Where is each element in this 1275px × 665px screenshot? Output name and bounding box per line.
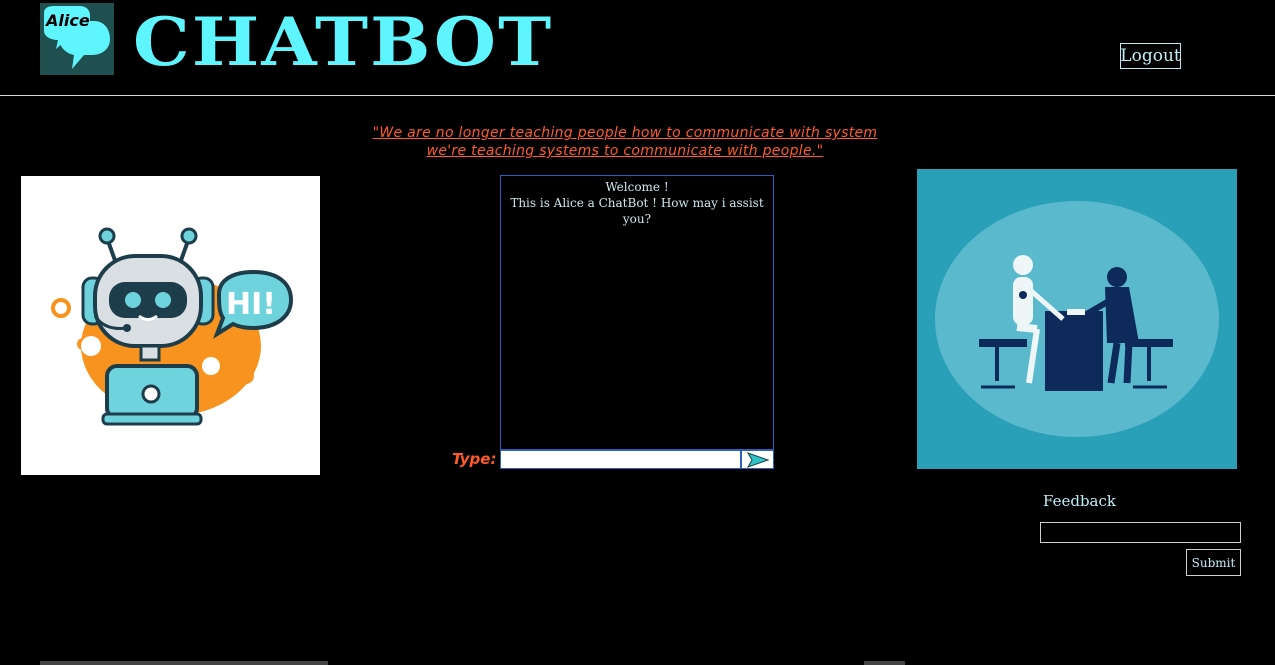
page: Alice CHATBOT Logout "We are no longer t… (0, 0, 1275, 665)
scrollbar-segment (40, 661, 328, 665)
svg-text:HI!: HI! (226, 287, 276, 322)
logo: Alice (40, 3, 114, 75)
quote: "We are no longer teaching people how to… (330, 124, 920, 160)
submit-button[interactable]: Submit (1186, 549, 1241, 576)
logo-text: Alice (46, 11, 90, 30)
chat-input[interactable] (500, 450, 741, 469)
send-arrow-icon (746, 451, 770, 468)
feedback-label: Feedback (1043, 492, 1116, 510)
feedback-input[interactable] (1040, 522, 1241, 543)
app-title: CHATBOT (133, 3, 554, 81)
robot-hi-illustration: HI! (51, 227, 294, 426)
quote-line-2: we're teaching systems to communicate wi… (426, 143, 824, 159)
chat-window: Welcome ! This is Alice a ChatBot ! How … (500, 175, 774, 450)
robot-hi-image: HI! (21, 176, 320, 475)
quote-line-1: "We are no longer teaching people how to… (372, 125, 878, 141)
scrollbar-segment (864, 661, 905, 665)
chat-message-intro: This is Alice a ChatBot ! How may i assi… (510, 196, 764, 226)
logout-button[interactable]: Logout (1120, 43, 1181, 69)
type-label: Type: (452, 450, 497, 468)
robot-interview-illustration (917, 169, 1237, 469)
chat-message-welcome: Welcome ! (605, 180, 669, 194)
send-button[interactable] (741, 450, 774, 469)
robot-interview-image (917, 169, 1237, 469)
header-divider (0, 95, 1275, 96)
